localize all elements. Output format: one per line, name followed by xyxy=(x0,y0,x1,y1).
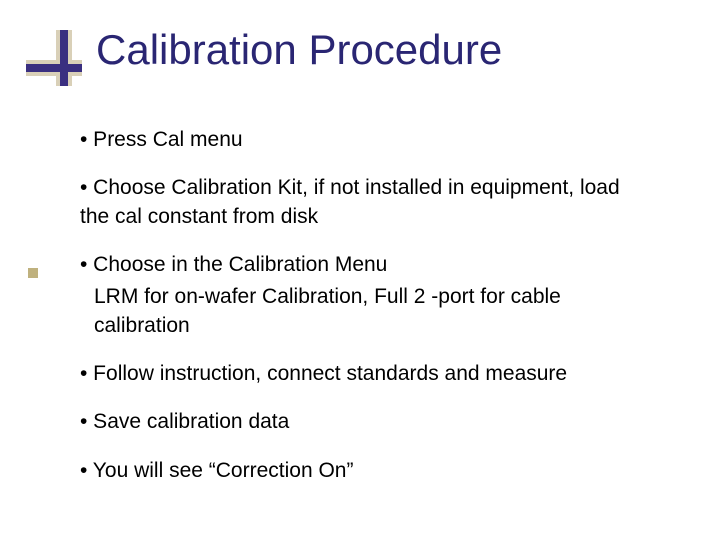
bullet-item: • Press Cal menu xyxy=(80,126,650,154)
bullet-item: • Choose in the Calibration Menu xyxy=(80,251,650,279)
corner-decoration xyxy=(26,30,82,86)
slide-title: Calibration Procedure xyxy=(96,26,502,74)
slide: Calibration Procedure • Press Cal menu •… xyxy=(0,0,720,540)
bullet-item: • You will see “Correction On” xyxy=(80,457,650,485)
corner-bar-horizontal-light xyxy=(26,60,82,76)
corner-bar-horizontal-dark xyxy=(26,64,82,72)
bullet-item: • Choose Calibration Kit, if not install… xyxy=(80,174,650,231)
slide-content: • Press Cal menu • Choose Calibration Ki… xyxy=(80,126,650,505)
corner-bar-vertical-light xyxy=(56,30,72,86)
bullet-sub-text: LRM for on-wafer Calibration, Full 2 -po… xyxy=(94,283,650,340)
accent-square-icon xyxy=(28,268,38,278)
bullet-item: • Save calibration data xyxy=(80,408,650,436)
bullet-item: • Follow instruction, connect standards … xyxy=(80,360,650,388)
corner-bar-vertical-dark xyxy=(60,30,68,86)
